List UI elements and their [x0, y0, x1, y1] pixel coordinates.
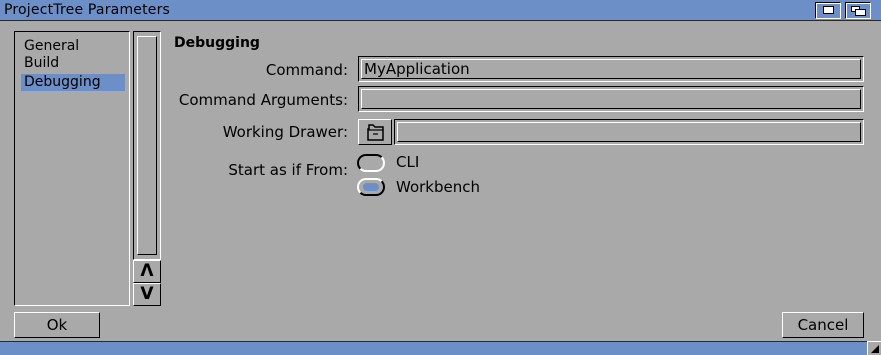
ok-button[interactable]: Ok [14, 312, 100, 338]
radio-cli[interactable] [357, 154, 385, 172]
list-item-general[interactable]: General [21, 38, 82, 55]
command-field[interactable]: MyApplication [358, 56, 864, 82]
field-groove [361, 89, 861, 109]
choose-drawer-button[interactable] [358, 119, 392, 145]
resize-icon [871, 345, 879, 353]
field-groove [397, 122, 861, 142]
drawer-icon [367, 124, 384, 141]
list-item-label: Build [24, 55, 60, 71]
cancel-button-label: Cancel [797, 316, 849, 334]
zoom-gadget[interactable] [815, 2, 841, 19]
start-from-label: Start as if From: [228, 161, 348, 179]
arguments-field[interactable] [358, 86, 864, 112]
cancel-button[interactable]: Cancel [782, 312, 864, 338]
list-item-label: General [24, 38, 80, 54]
arrow-down-icon: V [140, 284, 154, 304]
radio-cli-label: CLI [396, 153, 420, 171]
project-tree-parameters-window: ProjectTree Parameters General Build Deb… [0, 0, 881, 355]
resize-gadget[interactable] [867, 341, 881, 355]
category-list[interactable]: General Build Debugging [14, 31, 130, 306]
section-heading: Debugging [174, 35, 260, 51]
window-bottom-border [0, 341, 881, 355]
radio-selected-indicator [363, 183, 379, 191]
zoom-icon [823, 6, 834, 14]
radio-workbench-label: Workbench [396, 178, 480, 196]
arguments-label: Command Arguments: [178, 91, 348, 109]
list-item-label: Debugging [24, 74, 101, 90]
command-value: MyApplication [364, 60, 470, 78]
working-drawer-label: Working Drawer: [222, 123, 348, 141]
scroll-down-button[interactable]: V [133, 283, 161, 306]
depth-front-icon [855, 9, 866, 16]
radio-workbench[interactable] [357, 178, 385, 196]
ok-button-label: Ok [46, 316, 68, 334]
list-item-build[interactable]: Build [21, 55, 62, 72]
scroll-up-button[interactable]: Λ [133, 260, 161, 283]
working-drawer-field[interactable] [394, 119, 864, 145]
depth-gadget[interactable] [845, 2, 871, 19]
command-label: Command: [265, 61, 348, 79]
title-bar[interactable]: ProjectTree Parameters [0, 0, 881, 21]
window-title: ProjectTree Parameters [4, 2, 171, 18]
list-item-debugging[interactable]: Debugging [21, 74, 125, 91]
arrow-up-icon: Λ [140, 261, 154, 281]
scroll-knob[interactable] [137, 36, 157, 255]
